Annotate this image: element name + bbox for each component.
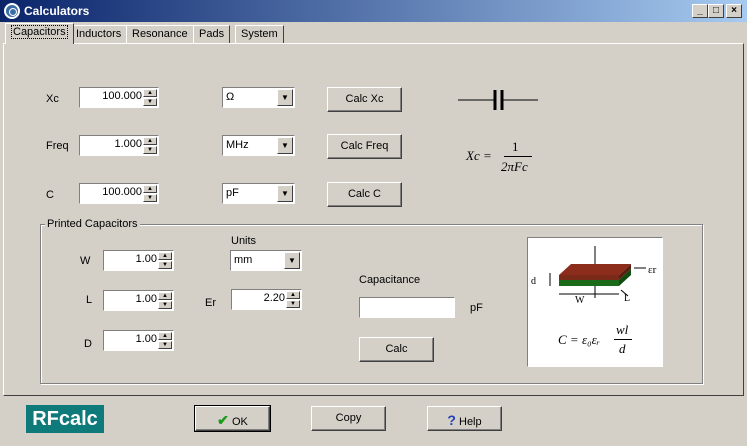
app-icon (4, 3, 20, 19)
spin-up-icon[interactable]: ▲ (286, 291, 300, 299)
tab-system[interactable]: System (235, 25, 284, 43)
spin-down-icon[interactable]: ▼ (143, 194, 157, 202)
c-unit-select[interactable]: pF ▼ (222, 183, 295, 204)
spin-up-icon[interactable]: ▲ (158, 332, 172, 340)
d-label: D (84, 338, 92, 350)
w-label: W (80, 255, 91, 267)
calc-c-button[interactable]: Calc C (327, 182, 402, 207)
spin-up-icon[interactable]: ▲ (143, 89, 157, 97)
spin-down-icon[interactable]: ▼ (143, 146, 157, 154)
freq-label: Freq (46, 140, 69, 152)
ok-button[interactable]: ✔ OK (194, 405, 271, 432)
spin-up-icon[interactable]: ▲ (158, 292, 172, 300)
capacitance-unit-label: pF (470, 302, 483, 314)
spin-up-icon[interactable]: ▲ (143, 185, 157, 193)
units-select[interactable]: mm ▼ (230, 250, 302, 271)
tab-capacitors[interactable]: Capacitors (5, 23, 74, 44)
close-button[interactable]: × (726, 4, 742, 18)
er-label: Er (205, 297, 216, 309)
spin-down-icon[interactable]: ▼ (286, 300, 300, 308)
c-label: C (46, 189, 54, 201)
calc-xc-button[interactable]: Calc Xc (327, 87, 402, 112)
spin-up-icon[interactable]: ▲ (158, 252, 172, 260)
spin-up-icon[interactable]: ▲ (143, 137, 157, 145)
rfcalc-logo: RFcalc (26, 405, 104, 433)
chevron-down-icon[interactable]: ▼ (277, 89, 293, 106)
d-input[interactable]: 1.00 ▲ ▼ (103, 330, 174, 351)
spin-down-icon[interactable]: ▼ (143, 98, 157, 106)
chevron-down-icon[interactable]: ▼ (277, 185, 293, 202)
xc-input[interactable]: 100.000 ▲ ▼ (79, 87, 159, 108)
freq-unit-select[interactable]: MHz ▼ (222, 135, 295, 156)
units-label: Units (231, 235, 257, 247)
help-icon: ? (447, 412, 456, 428)
checkmark-icon: ✔ (217, 412, 229, 428)
capacitance-output[interactable] (359, 297, 455, 318)
chevron-down-icon[interactable]: ▼ (284, 252, 300, 269)
l-input[interactable]: 1.00 ▲ ▼ (103, 290, 174, 311)
er-input[interactable]: 2.20 ▲ ▼ (231, 289, 302, 310)
printed-capacitor-diagram: d W L εr C = ε₀εᵣ wl d (527, 237, 663, 367)
tab-resonance[interactable]: Resonance (126, 25, 194, 43)
title-bar: Calculators _ □ × (0, 0, 747, 22)
xc-unit-select[interactable]: Ω ▼ (222, 87, 295, 108)
capacitor-symbol-icon (458, 90, 538, 110)
freq-input[interactable]: 1.000 ▲ ▼ (79, 135, 159, 156)
minimize-button[interactable]: _ (692, 4, 708, 18)
w-input[interactable]: 1.00 ▲ ▼ (103, 250, 174, 271)
capacitance-formula: C = ε₀εᵣ wl d (558, 320, 658, 360)
window-title: Calculators (24, 4, 90, 18)
calc-freq-button[interactable]: Calc Freq (327, 134, 402, 159)
c-input[interactable]: 100.000 ▲ ▼ (79, 183, 159, 204)
spin-down-icon[interactable]: ▼ (158, 341, 172, 349)
tab-inductors[interactable]: Inductors (70, 25, 128, 43)
xc-formula: Xc = 1 2πFc (466, 138, 546, 178)
chevron-down-icon[interactable]: ▼ (277, 137, 293, 154)
maximize-button[interactable]: □ (708, 4, 724, 18)
tab-pads[interactable]: Pads (193, 25, 231, 43)
help-button[interactable]: ? Help (427, 406, 502, 431)
calc-capacitance-button[interactable]: Calc (359, 337, 434, 362)
printed-capacitors-title: Printed Capacitors (45, 218, 140, 230)
copy-button[interactable]: Copy (311, 406, 386, 431)
xc-label: Xc (46, 93, 59, 105)
capacitance-label: Capacitance (359, 274, 421, 286)
spin-down-icon[interactable]: ▼ (158, 261, 172, 269)
l-label: L (86, 294, 93, 306)
spin-down-icon[interactable]: ▼ (158, 301, 172, 309)
